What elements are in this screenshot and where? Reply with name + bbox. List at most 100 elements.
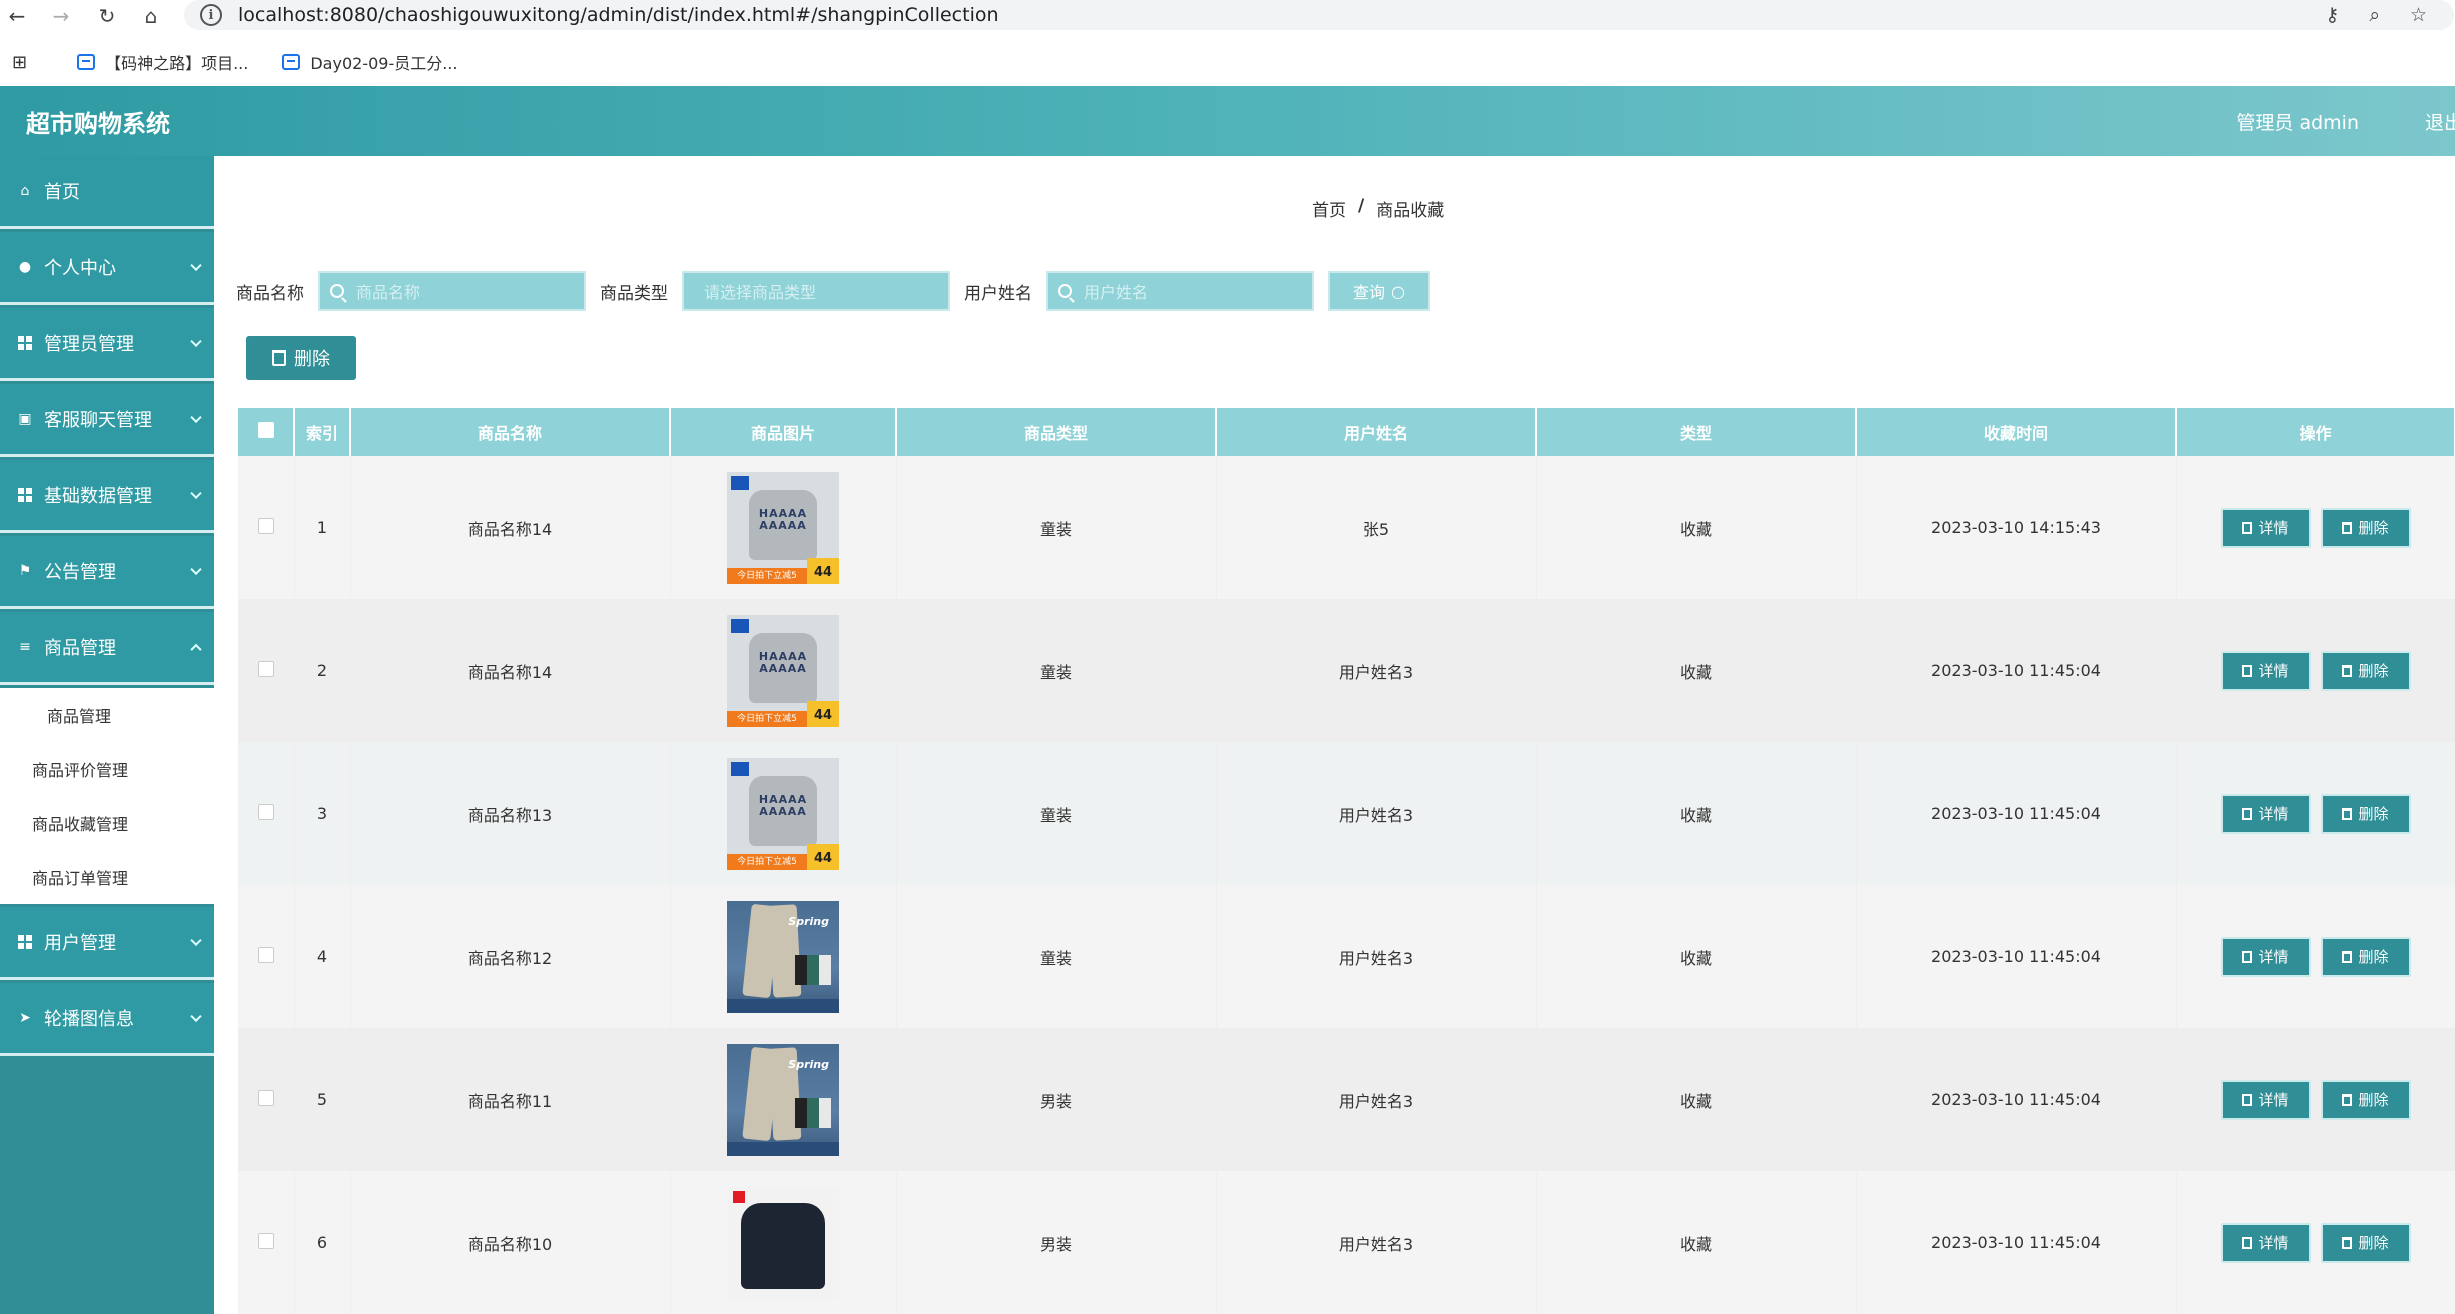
password-key-icon[interactable]: ⚷ <box>2325 4 2339 26</box>
column-header: 索引 <box>294 408 351 456</box>
breadcrumb-home[interactable]: 首页 <box>1312 196 1346 221</box>
apps-grid-icon[interactable]: ⊞ <box>12 52 27 73</box>
type-select[interactable]: 请选择商品类型 <box>682 271 950 311</box>
reload-icon[interactable]: ↻ <box>90 0 124 32</box>
promo-text: Spring <box>788 1057 829 1071</box>
detail-button[interactable]: 详情 <box>2220 507 2311 548</box>
document-icon <box>2242 807 2253 820</box>
row-checkbox[interactable] <box>257 803 274 820</box>
row-checkbox[interactable] <box>257 660 274 677</box>
site-info-icon[interactable]: i <box>200 4 222 26</box>
detail-button[interactable]: 详情 <box>2220 793 2311 834</box>
bookmark-star-icon[interactable]: ☆ <box>2410 4 2427 26</box>
sidebar-item-goods[interactable]: ≡ 商品管理 <box>0 612 214 685</box>
delete-label: 删除 <box>2358 662 2389 680</box>
submenu-item-collections[interactable]: 商品收藏管理 <box>0 796 214 850</box>
select-all-checkbox[interactable] <box>257 422 274 438</box>
browser-toolbar: ← → ↻ ⌂ i localhost:8080/chaoshigouwuxit… <box>0 0 2455 32</box>
kind-cell: 收藏 <box>1536 742 1857 885</box>
logout-link[interactable]: 退出 <box>2425 86 2455 156</box>
promo-ribbon: 今日拍下立减5 <box>727 853 807 870</box>
table-row: 2 商品名称14 HAAAA AAAAA 今日拍下立减5 44 童装 用户姓名3 收藏 2023… <box>238 599 2455 742</box>
sidebar-item-notice[interactable]: ⚑ 公告管理 <box>0 536 214 609</box>
query-button[interactable]: 查询 ○ <box>1328 271 1430 311</box>
sidebar-item-users[interactable]: 用户管理 <box>0 907 214 980</box>
type-placeholder: 请选择商品类型 <box>704 283 817 302</box>
row-delete-button[interactable]: 删除 <box>2320 936 2411 977</box>
grid-icon <box>18 935 32 949</box>
sidebar-item-chat[interactable]: ▣ 客服聊天管理 <box>0 384 214 457</box>
table-header-row: 索引 商品名称 商品图片 商品类型 用户姓名 类型 收藏时间 操作 <box>238 408 2455 456</box>
brand-logo-icon <box>731 618 749 633</box>
name-label: 商品名称 <box>236 283 304 304</box>
column-header: 用户姓名 <box>1216 408 1537 456</box>
sweater-print: HAAAA AAAAA <box>758 792 808 818</box>
row-checkbox[interactable] <box>257 1232 274 1249</box>
row-select-cell <box>238 742 295 885</box>
detail-button[interactable]: 详情 <box>2220 936 2311 977</box>
sweater-print: HAAAA AAAAA <box>758 649 808 675</box>
time-cell: 2023-03-10 11:45:04 <box>1856 1028 2177 1171</box>
brand-logo-icon <box>731 761 749 776</box>
back-icon[interactable]: ← <box>0 0 34 32</box>
send-icon: ➤ <box>19 1010 31 1026</box>
sidebar-item-home[interactable]: ⌂ 首页 <box>0 156 214 229</box>
sidebar: ⌂ 首页 ● 个人中心 管理员管理 ▣ 客服聊天管理 基础数据管理 ⚑ 公告管理… <box>0 156 214 1314</box>
row-checkbox[interactable] <box>257 946 274 963</box>
user-cell: 用户姓名3 <box>1216 885 1537 1028</box>
row-delete-button[interactable]: 删除 <box>2320 793 2411 834</box>
sidebar-item-profile[interactable]: ● 个人中心 <box>0 232 214 305</box>
submenu-item-orders[interactable]: 商品订单管理 <box>0 850 214 904</box>
detail-button[interactable]: 详情 <box>2220 1079 2311 1120</box>
home-icon[interactable]: ⌂ <box>134 0 168 32</box>
flag-icon: ⚑ <box>18 563 32 579</box>
index-cell: 6 <box>294 1171 351 1314</box>
submenu-item-goods[interactable]: 商品管理 <box>0 688 214 742</box>
bookmark-item[interactable]: Day02-09-员工分... <box>282 50 457 74</box>
chevron-down-icon <box>190 487 202 500</box>
delete-label: 删除 <box>2358 519 2389 537</box>
table-row: 5 商品名称11 Spring 男装 用户姓名3 收藏 2023-03-10 11:45:0… <box>238 1028 2455 1171</box>
row-delete-button[interactable]: 删除 <box>2320 650 2411 691</box>
row-delete-button[interactable]: 删除 <box>2320 1079 2411 1120</box>
row-delete-button[interactable]: 删除 <box>2320 1222 2411 1263</box>
goods-submenu: 商品管理 商品评价管理 商品收藏管理 商品订单管理 <box>0 688 214 904</box>
forward-icon[interactable]: → <box>44 0 78 32</box>
zoom-icon[interactable]: ⌕ <box>2369 4 2380 26</box>
user-search-input[interactable]: 用户姓名 <box>1046 271 1314 311</box>
query-label: 查询 <box>1353 283 1386 302</box>
row-select-cell <box>238 1171 295 1314</box>
row-delete-button[interactable]: 删除 <box>2320 507 2411 548</box>
product-image: Spring <box>727 1043 839 1156</box>
sidebar-item-admins[interactable]: 管理员管理 <box>0 308 214 381</box>
address-bar[interactable]: i localhost:8080/chaoshigouwuxitong/admi… <box>184 0 2454 30</box>
index-cell: 5 <box>294 1028 351 1171</box>
name-cell: 商品名称11 <box>350 1028 671 1171</box>
app-title: 超市购物系统 <box>26 109 170 138</box>
row-checkbox[interactable] <box>257 1089 274 1106</box>
promo-text: Spring <box>788 914 829 928</box>
delete-label: 删除 <box>294 349 330 370</box>
bookmark-label: Day02-09-员工分... <box>310 54 458 73</box>
submenu-item-reviews[interactable]: 商品评价管理 <box>0 742 214 796</box>
detail-label: 详情 <box>2258 662 2289 680</box>
row-checkbox[interactable] <box>257 517 274 534</box>
bookmark-item[interactable]: 【码神之路】项目... <box>77 50 248 74</box>
detail-label: 详情 <box>2258 1091 2289 1109</box>
product-image: Spring <box>727 900 839 1013</box>
batch-delete-button[interactable]: 删除 <box>246 336 356 380</box>
name-search-input[interactable]: 商品名称 <box>318 271 586 311</box>
kind-cell: 收藏 <box>1536 885 1857 1028</box>
sidebar-item-basedata[interactable]: 基础数据管理 <box>0 460 214 533</box>
breadcrumb-current: 商品收藏 <box>1376 201 1445 221</box>
detail-button[interactable]: 详情 <box>2220 1222 2311 1263</box>
brand-logo-icon <box>731 475 749 490</box>
detail-label: 详情 <box>2258 1234 2289 1252</box>
time-cell: 2023-03-10 11:45:04 <box>1856 885 2177 1028</box>
grid-icon <box>18 488 32 502</box>
sweater-print: HAAAA AAAAA <box>758 506 808 532</box>
detail-button[interactable]: 详情 <box>2220 650 2311 691</box>
sidebar-item-carousel[interactable]: ➤ 轮播图信息 <box>0 983 214 1056</box>
delete-label: 删除 <box>2358 948 2389 966</box>
app-header: 超市购物系统 管理员 admin 退出 <box>0 86 2455 156</box>
